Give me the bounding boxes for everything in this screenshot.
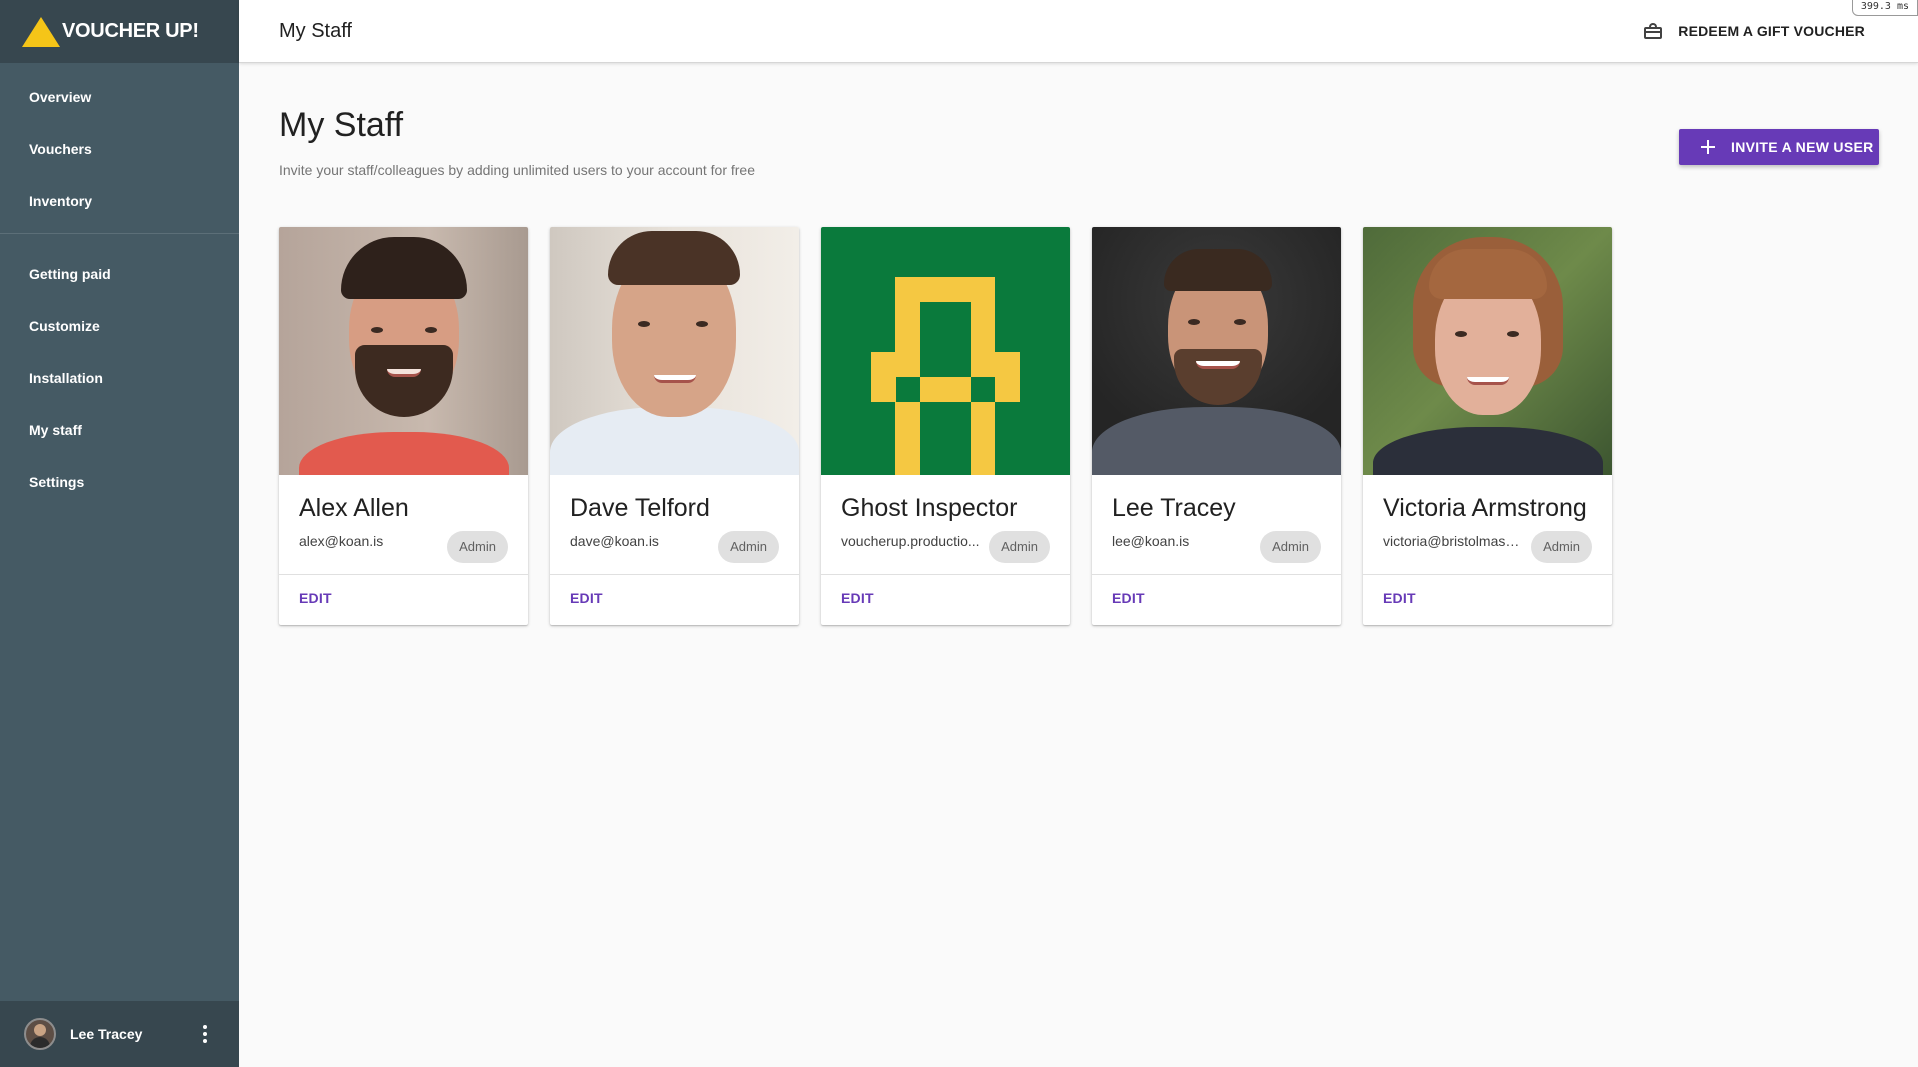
edit-staff-button[interactable]: EDIT bbox=[1383, 590, 1416, 606]
current-user-name: Lee Tracey bbox=[70, 1026, 143, 1042]
edit-staff-button[interactable]: EDIT bbox=[570, 590, 603, 606]
sidebar-item-settings[interactable]: Settings bbox=[0, 456, 239, 508]
staff-card-list: Alex Allen alex@koan.is Admin EDIT Dave … bbox=[279, 227, 1612, 625]
sidebar-item-overview[interactable]: Overview bbox=[0, 71, 239, 123]
staff-email: voucherup.productio... bbox=[841, 533, 980, 549]
staff-email: lee@koan.is bbox=[1112, 533, 1190, 549]
staff-name: Dave Telford bbox=[570, 494, 710, 522]
invite-button-label: INVITE A NEW USER bbox=[1731, 139, 1874, 155]
edit-staff-button[interactable]: EDIT bbox=[299, 590, 332, 606]
redeem-label: REDEEM A GIFT VOUCHER bbox=[1678, 23, 1865, 39]
sidebar-item-vouchers[interactable]: Vouchers bbox=[0, 123, 239, 175]
staff-card-body: Ghost Inspector voucherup.productio... A… bbox=[821, 475, 1070, 575]
sidebar: VOUCHER UP! Overview Vouchers Inventory … bbox=[0, 0, 239, 1067]
role-badge: Admin bbox=[1260, 531, 1321, 563]
staff-card-body: Alex Allen alex@koan.is Admin bbox=[279, 475, 528, 575]
more-vert-icon[interactable] bbox=[193, 1022, 217, 1046]
edit-staff-button[interactable]: EDIT bbox=[841, 590, 874, 606]
staff-photo bbox=[1363, 227, 1612, 475]
staff-card: Ghost Inspector voucherup.productio... A… bbox=[821, 227, 1070, 625]
staff-card: Lee Tracey lee@koan.is Admin EDIT bbox=[1092, 227, 1341, 625]
primary-nav: Overview Vouchers Inventory bbox=[0, 63, 239, 227]
staff-name: Victoria Armstrong bbox=[1383, 494, 1587, 522]
identicon bbox=[821, 227, 1070, 475]
sidebar-divider bbox=[0, 233, 239, 234]
staff-name: Ghost Inspector bbox=[841, 494, 1018, 522]
top-app-bar: My Staff REDEEM A GIFT VOUCHER 399.3 ms bbox=[239, 0, 1918, 63]
staff-email: alex@koan.is bbox=[299, 533, 384, 549]
sidebar-item-inventory[interactable]: Inventory bbox=[0, 175, 239, 227]
staff-card-body: Lee Tracey lee@koan.is Admin bbox=[1092, 475, 1341, 575]
voucher-up-logo-icon bbox=[22, 16, 60, 47]
page-title: My Staff bbox=[279, 106, 404, 144]
sidebar-item-customize[interactable]: Customize bbox=[0, 300, 239, 352]
perf-timing-badge: 399.3 ms bbox=[1851, 0, 1918, 16]
staff-card: Dave Telford dave@koan.is Admin EDIT bbox=[550, 227, 799, 625]
staff-card-body: Victoria Armstrong victoria@bristolmass.… bbox=[1363, 475, 1612, 575]
staff-photo bbox=[279, 227, 528, 475]
role-badge: Admin bbox=[989, 531, 1050, 563]
plus-icon bbox=[1701, 140, 1715, 154]
edit-staff-button[interactable]: EDIT bbox=[1112, 590, 1145, 606]
identicon-pattern bbox=[821, 227, 1070, 475]
brand-name: VOUCHER UP! bbox=[62, 20, 199, 42]
staff-email: victoria@bristolmass... bbox=[1383, 533, 1523, 549]
sidebar-item-getting-paid[interactable]: Getting paid bbox=[0, 248, 239, 300]
staff-name: Alex Allen bbox=[299, 494, 409, 522]
invite-new-user-button[interactable]: INVITE A NEW USER bbox=[1679, 129, 1879, 165]
staff-email: dave@koan.is bbox=[570, 533, 659, 549]
redeem-gift-voucher-button[interactable]: REDEEM A GIFT VOUCHER bbox=[1644, 23, 1865, 39]
staff-card: Victoria Armstrong victoria@bristolmass.… bbox=[1363, 227, 1612, 625]
current-user-bar: Lee Tracey bbox=[0, 1001, 239, 1067]
brand[interactable]: VOUCHER UP! bbox=[0, 0, 239, 63]
staff-name: Lee Tracey bbox=[1112, 494, 1236, 522]
gift-card-icon bbox=[1644, 23, 1663, 39]
header-title: My Staff bbox=[279, 19, 352, 42]
role-badge: Admin bbox=[447, 531, 508, 563]
staff-photo bbox=[550, 227, 799, 475]
sidebar-item-my-staff[interactable]: My staff bbox=[0, 404, 239, 456]
main-content: My Staff Invite your staff/colleagues by… bbox=[239, 64, 1918, 1067]
role-badge: Admin bbox=[1531, 531, 1592, 563]
page-subtitle: Invite your staff/colleagues by adding u… bbox=[279, 162, 756, 178]
secondary-nav: Getting paid Customize Installation My s… bbox=[0, 242, 239, 508]
staff-card-body: Dave Telford dave@koan.is Admin bbox=[550, 475, 799, 575]
role-badge: Admin bbox=[718, 531, 779, 563]
sidebar-item-installation[interactable]: Installation bbox=[0, 352, 239, 404]
avatar[interactable] bbox=[24, 1018, 56, 1050]
staff-photo bbox=[1092, 227, 1341, 475]
staff-card: Alex Allen alex@koan.is Admin EDIT bbox=[279, 227, 528, 625]
